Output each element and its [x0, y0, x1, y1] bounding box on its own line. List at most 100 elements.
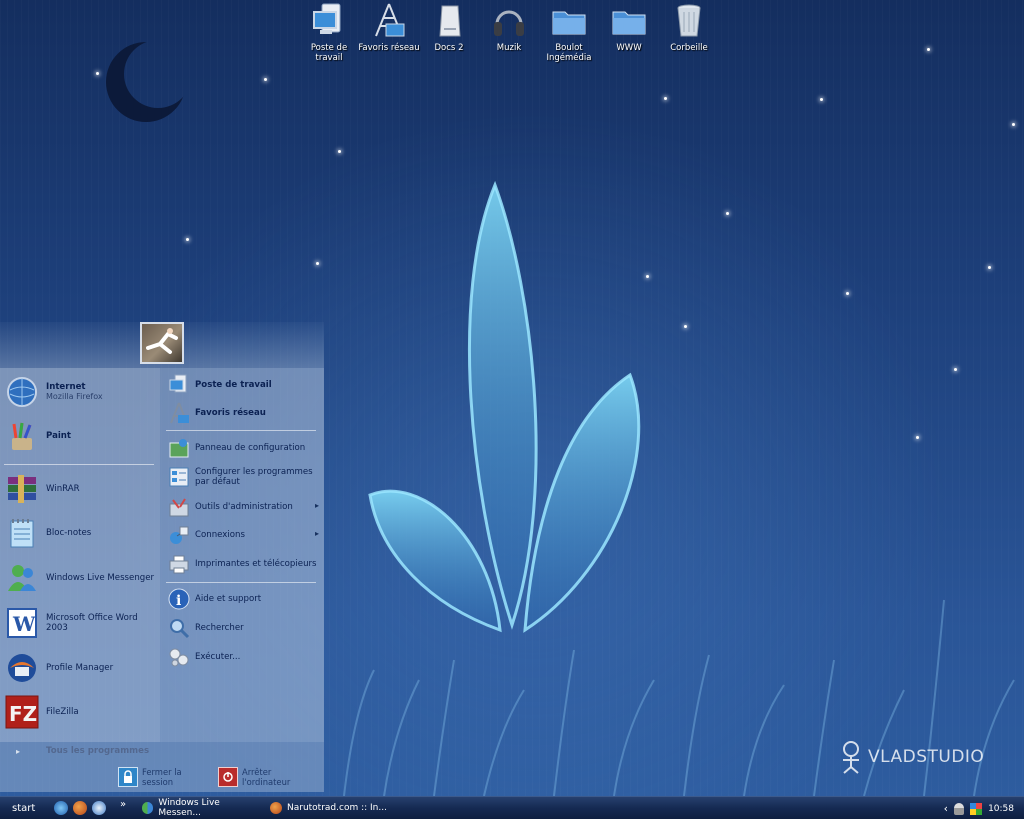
- start-item-paint[interactable]: Paint: [4, 418, 156, 454]
- connexions-label: Connexions: [195, 530, 245, 540]
- panneau-label: Panneau de configuration: [195, 443, 306, 453]
- paint-icon: [4, 418, 40, 454]
- start-item-word-2003[interactable]: W Microsoft Office Word 2003: [4, 606, 160, 640]
- internet-title: Internet: [46, 382, 86, 392]
- internet-subtitle: Mozilla Firefox: [46, 392, 103, 401]
- start-label: start: [12, 803, 36, 814]
- start-item-profile-manager[interactable]: Profile Manager: [4, 650, 156, 686]
- admin-tools-icon: [166, 496, 192, 518]
- desktop-icon-muzik[interactable]: Muzik: [478, 2, 540, 53]
- svg-text:W: W: [12, 612, 36, 636]
- start-menu-header: [0, 322, 324, 368]
- left-separator: [4, 464, 154, 465]
- lock-icon: [118, 767, 138, 787]
- outils-submenu-arrow: ▸: [315, 501, 320, 510]
- logoff-button[interactable]: Fermer la session: [118, 766, 214, 788]
- messenger-icon: [4, 561, 40, 595]
- user-status-icon[interactable]: [954, 802, 965, 815]
- filezilla-label: FileZilla: [46, 707, 79, 717]
- desktop-icon-corbeille[interactable]: Corbeille: [658, 2, 720, 53]
- right-item-connexions[interactable]: Connexions: [166, 522, 320, 548]
- taskbar: start » Windows Live Messen... Narutotra…: [0, 796, 1024, 819]
- headphones-icon: [494, 10, 524, 36]
- aide-label: Aide et support: [195, 594, 262, 604]
- right-item-imprimantes[interactable]: Imprimantes et télécopieurs: [166, 551, 322, 577]
- vladstudio-text: VLADSTUDIO: [868, 747, 985, 767]
- windows-flag-icon[interactable]: [970, 802, 983, 815]
- shutdown-label: Arrêter l'ordinateur: [242, 767, 291, 787]
- firefox-globe-icon: [4, 374, 40, 410]
- control-panel-icon: [166, 437, 192, 459]
- start-item-filezilla[interactable]: FZ FileZilla: [4, 694, 156, 730]
- desktop-icon-poste-de-travail[interactable]: Poste de travail: [298, 2, 360, 63]
- imprimantes-label: Imprimantes et télécopieurs: [195, 559, 317, 569]
- user-avatar[interactable]: [140, 322, 184, 364]
- vladstudio-logo-icon: [843, 741, 859, 774]
- right-separator: [166, 430, 316, 431]
- desktop-icon-label: Corbeille: [670, 43, 708, 53]
- desktop-icon-label: Favoris réseau: [358, 43, 420, 53]
- run-icon: [166, 646, 192, 668]
- thunderbird-icon: [4, 650, 40, 686]
- connexions-submenu-arrow: ▸: [315, 529, 320, 538]
- desktop-icon-docs-2[interactable]: Docs 2: [418, 2, 480, 53]
- right-item-aide-et-support[interactable]: i Aide et support: [166, 586, 316, 612]
- firefox-icon: [270, 802, 282, 814]
- right-item-poste-de-travail[interactable]: Poste de travail: [166, 372, 316, 398]
- notepad-icon: [4, 516, 40, 550]
- desktop-icon-label: WWW: [616, 43, 642, 53]
- desktop-icon-boulot-ingemedia[interactable]: Boulot Ingémédia: [538, 2, 600, 63]
- bloc-notes-label: Bloc-notes: [46, 528, 92, 538]
- executer-label: Exécuter...: [195, 652, 241, 662]
- right-item-favoris-reseau[interactable]: Favoris réseau: [166, 400, 316, 426]
- moon-icon: [106, 42, 186, 122]
- folder-icon: [612, 11, 646, 35]
- quicklaunch-more-chevron[interactable]: »: [120, 799, 126, 810]
- folder-icon: [552, 11, 586, 35]
- start-menu-left-pane: Internet Mozilla Firefox Paint WinRAR Blo…: [0, 368, 160, 742]
- desktop-icon-label: Boulot Ingémédia: [546, 43, 592, 63]
- media-player-quicklaunch-icon[interactable]: [92, 801, 106, 815]
- right-item-panneau-de-configuration[interactable]: Panneau de configuration: [166, 435, 320, 461]
- start-menu-footer: Fermer la session Arrêter l'ordinateur: [0, 742, 324, 792]
- search-icon: [166, 617, 192, 639]
- desktop-icon-label: Muzik: [496, 43, 522, 53]
- karate-figure-icon: [146, 328, 178, 354]
- right-item-outils-administration[interactable]: Outils d'administration: [166, 494, 320, 520]
- start-item-bloc-notes[interactable]: Bloc-notes: [4, 516, 156, 550]
- firefox-quicklaunch-icon[interactable]: [73, 801, 87, 815]
- connections-icon: [166, 524, 192, 546]
- start-item-internet[interactable]: Internet Mozilla Firefox: [4, 374, 156, 410]
- default-programs-icon: [166, 466, 192, 488]
- power-icon: [218, 767, 238, 787]
- filezilla-icon: FZ: [4, 694, 40, 730]
- start-item-winrar[interactable]: WinRAR: [4, 472, 156, 506]
- help-icon: i: [166, 588, 192, 610]
- desktop-icon-label: Poste de travail: [310, 43, 348, 63]
- logoff-label: Fermer la session: [142, 767, 182, 787]
- desktop-icon-www[interactable]: WWW: [598, 2, 660, 53]
- winrar-label: WinRAR: [46, 484, 80, 494]
- clock[interactable]: 10:58: [988, 804, 1014, 814]
- right-item-executer[interactable]: Exécuter...: [166, 644, 316, 670]
- configurer-label: Configurer les programmes par défaut: [195, 467, 313, 487]
- printer-icon: [166, 553, 192, 575]
- right-item-rechercher[interactable]: Rechercher: [166, 615, 316, 641]
- shutdown-button[interactable]: Arrêter l'ordinateur: [218, 766, 322, 788]
- start-button[interactable]: start: [0, 797, 46, 819]
- desktop-icon-favoris-reseau[interactable]: Favoris réseau: [358, 2, 420, 53]
- network-icon: [166, 402, 192, 424]
- taskbar-button-firefox[interactable]: Narutotrad.com :: In...: [266, 799, 388, 817]
- taskbar-button-messenger[interactable]: Windows Live Messen...: [138, 798, 260, 818]
- winrar-icon: [4, 473, 40, 505]
- svg-text:FZ: FZ: [9, 702, 37, 726]
- tray-expand-button[interactable]: ‹: [944, 802, 948, 815]
- messenger-icon: [142, 802, 154, 814]
- system-tray: ‹ 10:58: [928, 797, 1024, 819]
- ie-quicklaunch-icon[interactable]: [54, 801, 68, 815]
- right-item-configurer-programmes[interactable]: Configurer les programmes par défaut: [166, 462, 322, 492]
- profile-manager-label: Profile Manager: [46, 663, 114, 673]
- word-icon: W: [4, 606, 40, 640]
- computer-icon: [166, 374, 192, 396]
- start-item-windows-live-messenger[interactable]: Windows Live Messenger: [4, 561, 160, 595]
